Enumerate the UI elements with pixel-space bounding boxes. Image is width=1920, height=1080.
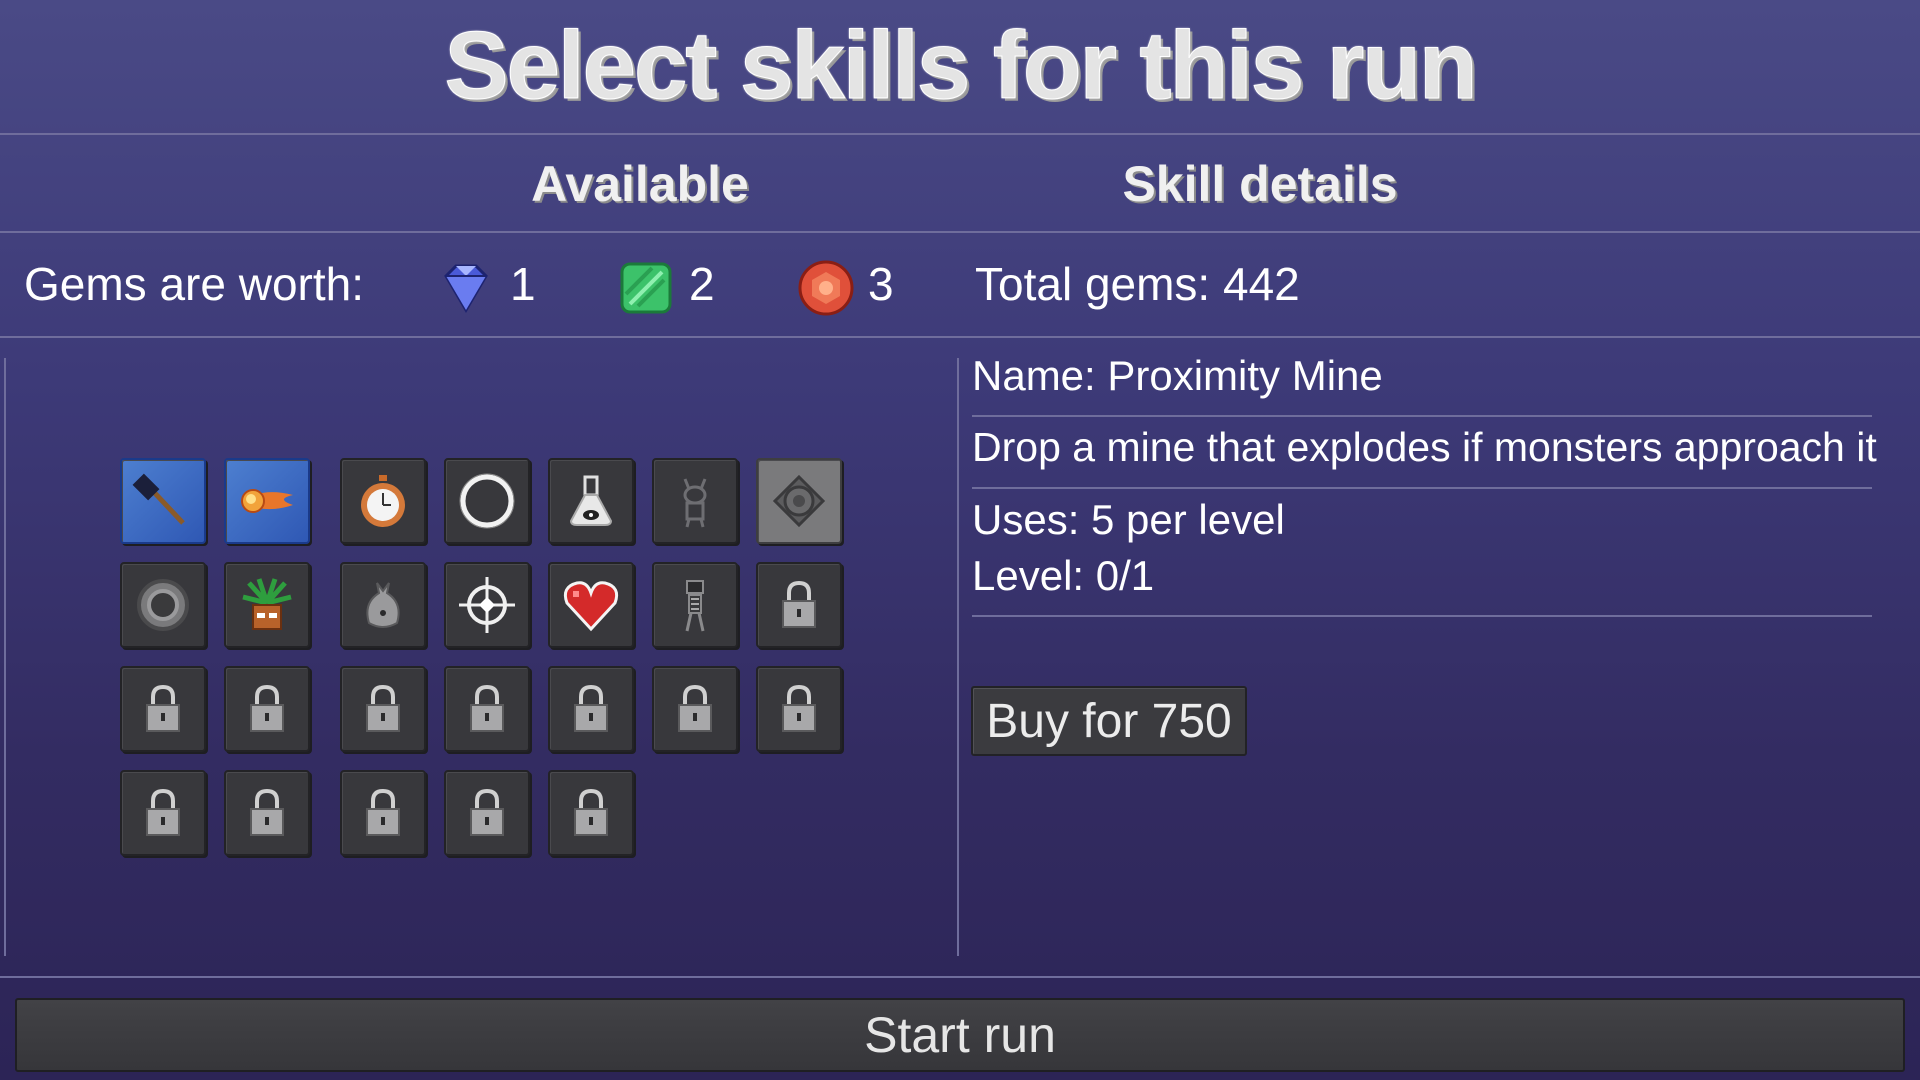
skill-slot-potion[interactable] [548, 458, 634, 544]
skill-level: Level: 0/1 [972, 552, 1155, 599]
skill-slot-locked[interactable] [120, 666, 206, 752]
column-divider [957, 358, 959, 956]
divider [0, 336, 1920, 338]
fireball-icon [241, 489, 293, 513]
skill-slot-locked[interactable] [340, 666, 426, 752]
padlock-icon [146, 684, 180, 732]
padlock-icon [574, 684, 608, 732]
padlock-icon [782, 684, 816, 732]
left-border [4, 358, 6, 956]
skill-slot-locked[interactable] [756, 562, 842, 648]
ghost-creature-icon [683, 478, 707, 528]
blue-gem-icon [444, 264, 488, 313]
stopwatch-icon [361, 475, 405, 527]
padlock-icon [366, 684, 400, 732]
skill-uses: Uses: 5 per level [972, 496, 1285, 543]
divider [0, 133, 1920, 135]
proximity-mine-icon [772, 474, 826, 528]
heart-icon [563, 581, 619, 632]
skill-slot-heart[interactable] [548, 562, 634, 648]
start-run-button[interactable]: Start run [15, 998, 1905, 1072]
skill-slot-ring[interactable] [444, 458, 530, 544]
padlock-icon [250, 788, 284, 836]
padlock-icon [366, 788, 400, 836]
skill-slot-locked[interactable] [444, 666, 530, 752]
skill-slot-stopwatch[interactable] [340, 458, 426, 544]
skill-slot-locked[interactable] [444, 770, 530, 856]
green-gem-value: 2 [689, 258, 715, 310]
gems-worth-label: Gems are worth: [24, 258, 364, 310]
skill-description: Drop a mine that explodes if monsters ap… [972, 424, 1877, 470]
page-title: Select skills for this run [444, 12, 1478, 120]
skill-slot-fireball[interactable] [224, 458, 310, 544]
padlock-icon [470, 788, 504, 836]
skill-slot-skeleton[interactable] [652, 562, 738, 648]
total-gems: Total gems: 442 [975, 258, 1300, 310]
skill-slot-locked[interactable] [340, 770, 426, 856]
skill-slot-sack[interactable] [340, 562, 426, 648]
skill-slot-locked[interactable] [548, 770, 634, 856]
skill-slot-locked[interactable] [224, 770, 310, 856]
ring-icon [459, 473, 515, 529]
buy-button[interactable]: Buy for 750 [971, 686, 1247, 756]
grey-sack-icon [366, 582, 400, 628]
red-gem-value: 3 [868, 258, 894, 310]
blue-gem-value: 1 [510, 258, 536, 310]
skill-slot-shield-ring[interactable] [120, 562, 206, 648]
red-gem-icon [798, 260, 854, 316]
divider [972, 615, 1872, 617]
padlock-icon [470, 684, 504, 732]
skill-details-header: Skill details [1122, 156, 1398, 212]
padlock-icon [574, 788, 608, 836]
skill-slot-locked[interactable] [652, 666, 738, 752]
padlock-icon [678, 684, 712, 732]
skill-slot-locked[interactable] [224, 666, 310, 752]
gem-values-row: Gems are worth: 1 2 3 Total gems: 442 [0, 234, 1920, 334]
skill-name: Name: Proximity Mine [972, 352, 1383, 399]
shield-ring-icon [137, 579, 189, 631]
padlock-icon [782, 580, 816, 628]
skeleton-icon [685, 580, 705, 632]
potted-plant-icon [242, 578, 292, 630]
skill-slot-hammer[interactable] [120, 458, 206, 544]
divider [0, 231, 1920, 233]
skill-slot-ghost[interactable] [652, 458, 738, 544]
skill-slot-proximity-mine[interactable] [756, 458, 842, 544]
skill-slot-plant[interactable] [224, 562, 310, 648]
hammer-icon [132, 473, 185, 525]
green-gem-icon [620, 262, 672, 314]
divider [972, 487, 1872, 489]
skill-slot-locked[interactable] [756, 666, 842, 752]
crosshair-icon [459, 577, 515, 633]
potion-flask-icon [569, 475, 613, 526]
skill-slot-locked[interactable] [120, 770, 206, 856]
available-header: Available [531, 156, 749, 212]
divider [972, 415, 1872, 417]
divider [0, 976, 1920, 978]
padlock-icon [146, 788, 180, 836]
skill-slot-crosshair[interactable] [444, 562, 530, 648]
skill-slot-locked[interactable] [548, 666, 634, 752]
padlock-icon [250, 684, 284, 732]
